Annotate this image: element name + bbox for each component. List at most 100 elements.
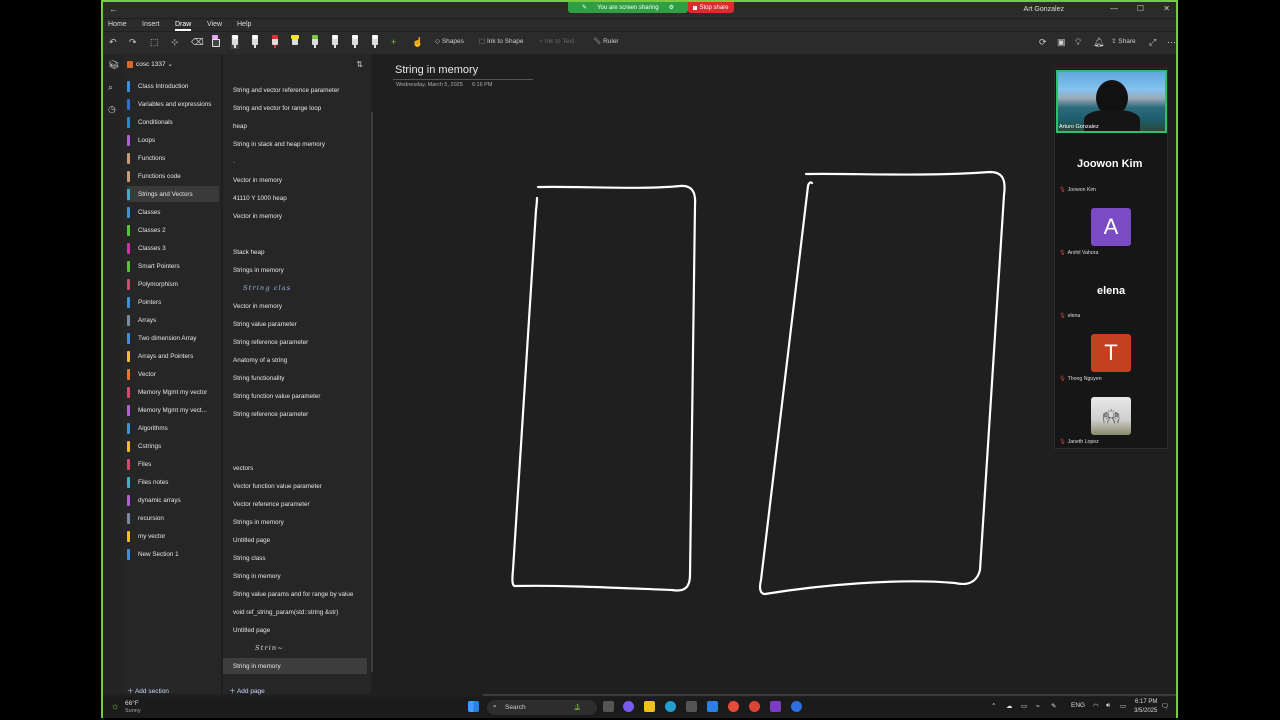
section-item[interactable]: Two dimension Array [127, 330, 219, 346]
weather-temp[interactable]: 66°F [125, 700, 139, 707]
section-item[interactable]: Class Introduction [127, 78, 219, 94]
photos-icon[interactable] [707, 701, 718, 712]
page-item[interactable]: String reference parameter [223, 334, 367, 350]
account-name[interactable]: Art Gonzalez [1024, 6, 1064, 13]
add-space-icon[interactable]: ⊹ [171, 37, 179, 48]
page-item[interactable]: void ref_string_param(std::string &str) [223, 604, 367, 620]
notebook-icon[interactable]: ▣ [1057, 37, 1066, 48]
selected-pen[interactable] [231, 35, 239, 49]
page-item[interactable]: Untitled page [223, 532, 367, 548]
tab-view[interactable]: View [207, 21, 222, 28]
page-item[interactable]: Untitled page [223, 622, 367, 638]
lasso-select-icon[interactable]: ⬚ [150, 37, 159, 48]
page-item[interactable]: Vector reference parameter [223, 496, 367, 512]
windows-start-icon[interactable] [468, 701, 479, 712]
battery-icon[interactable]: ▭ [1120, 702, 1126, 710]
canvas-horizontal-scrollbar[interactable] [483, 694, 1176, 696]
page-item[interactable]: heap [223, 118, 367, 134]
page-item[interactable]: Vector in memory [223, 172, 367, 188]
tab-home[interactable]: Home [108, 21, 127, 28]
notification-icon[interactable]: 🗨︎ [1161, 702, 1169, 710]
page-item[interactable]: String function value parameter [223, 388, 367, 404]
chrome-profile-icon[interactable] [749, 701, 760, 712]
section-item[interactable]: my vector [127, 528, 219, 544]
back-arrow-icon[interactable]: ← [109, 4, 118, 14]
section-item[interactable]: Functions [127, 150, 219, 166]
recent-icon[interactable]: ◷ [108, 104, 116, 115]
section-item[interactable]: Classes 3 [127, 240, 219, 256]
page-item[interactable]: Strings in memory [223, 262, 367, 278]
weather-icon[interactable]: ☼ [111, 701, 119, 711]
redo-icon[interactable]: ↷ [129, 37, 137, 48]
page-item[interactable]: · [223, 154, 367, 170]
clock-date[interactable]: 3/5/2025 [1134, 708, 1157, 714]
section-item[interactable]: Strings and Vectors [127, 186, 219, 202]
network-drive-icon[interactable]: ▭ [1021, 702, 1027, 710]
page-item[interactable]: String in stack and heap memory [223, 136, 367, 152]
section-item[interactable]: Pointers [127, 294, 219, 310]
section-item[interactable]: Memory Mgmt my vector [127, 384, 219, 400]
page-item[interactable]: String and vector for range loop [223, 100, 367, 116]
onenote-icon[interactable] [770, 701, 781, 712]
fullscreen-icon[interactable]: ⤢ [1149, 37, 1156, 48]
highlighter-yellow[interactable] [291, 35, 299, 49]
close-icon[interactable]: ✕ [1163, 4, 1170, 13]
page-item[interactable]: Vector in memory [223, 298, 367, 314]
section-item[interactable]: Functions code [127, 168, 219, 184]
chrome-icon[interactable] [728, 701, 739, 712]
clock-time[interactable]: 6:17 PM [1135, 699, 1157, 705]
shapes-button[interactable]: ◇ Shapes [435, 37, 464, 45]
section-item[interactable]: dynamic arrays [127, 492, 219, 508]
page-item[interactable]: String clas [223, 280, 367, 296]
section-item[interactable]: Classes [127, 204, 219, 220]
page-item[interactable]: String in memory [223, 568, 367, 584]
page-item[interactable] [223, 226, 367, 242]
page-item[interactable]: String in memory [223, 658, 367, 674]
language-indicator[interactable]: ENG [1071, 702, 1085, 709]
taskbar-search[interactable]: ⌕ Search ⛵︎ [487, 700, 597, 715]
add-page-button[interactable]: ＋ Add page [229, 685, 265, 695]
page-item[interactable]: Vector in memory [223, 208, 367, 224]
search-icon[interactable]: ⌕ [108, 82, 113, 93]
undo-icon[interactable]: ↶ [109, 37, 117, 48]
edge-icon[interactable] [665, 701, 676, 712]
section-item[interactable]: Variables and expressions [127, 96, 219, 112]
usb-icon[interactable]: ⌁ [1036, 702, 1040, 710]
task-view-icon[interactable] [603, 701, 614, 712]
section-item[interactable]: Smart Pointers [127, 258, 219, 274]
store-icon[interactable] [686, 701, 697, 712]
section-item[interactable]: Vector [127, 366, 219, 382]
tab-draw[interactable]: Draw [175, 21, 192, 31]
tab-help[interactable]: Help [237, 21, 251, 28]
onedrive-icon[interactable]: ☁ [1006, 702, 1013, 710]
page-item[interactable]: vectors [223, 460, 367, 476]
pen-red[interactable] [271, 35, 279, 49]
page-item[interactable]: String and vector reference parameter [223, 82, 367, 98]
pen-white-4[interactable] [371, 35, 379, 49]
section-item[interactable]: Arrays [127, 312, 219, 328]
notebooks-icon[interactable]: 📚︎ [108, 60, 119, 71]
page-item[interactable] [223, 442, 367, 458]
pen-tray-icon[interactable]: ✎ [1051, 702, 1056, 710]
page-item[interactable]: String value params and for range by val… [223, 586, 367, 602]
section-item[interactable]: Conditionals [127, 114, 219, 130]
pages-scrollbar[interactable] [371, 112, 373, 672]
touch-draw-icon[interactable]: ☝ [412, 37, 423, 48]
pen-white-2[interactable] [331, 35, 339, 49]
page-item[interactable] [223, 424, 367, 440]
section-item[interactable]: Algorithms [127, 420, 219, 436]
share-button[interactable]: ⇪ Share [1111, 37, 1136, 45]
minimize-icon[interactable]: — [1110, 4, 1118, 13]
page-item[interactable]: Anatomy of a string [223, 352, 367, 368]
section-item[interactable]: Polymorphism [127, 276, 219, 292]
maximize-icon[interactable]: ☐ [1137, 4, 1144, 13]
sync-icon[interactable]: ⟳ [1039, 37, 1047, 48]
sort-icon[interactable]: ⇅ [356, 60, 363, 69]
pen-white-3[interactable] [351, 35, 359, 49]
page-item[interactable]: Vector function value parameter [223, 478, 367, 494]
notebook-switcher[interactable]: cosc 1337 ⌄ [127, 60, 173, 68]
add-pen-icon[interactable]: + [391, 37, 396, 47]
page-item[interactable]: String value parameter [223, 316, 367, 332]
zoom-icon[interactable] [791, 701, 802, 712]
page-item[interactable]: Stack heap [223, 244, 367, 260]
